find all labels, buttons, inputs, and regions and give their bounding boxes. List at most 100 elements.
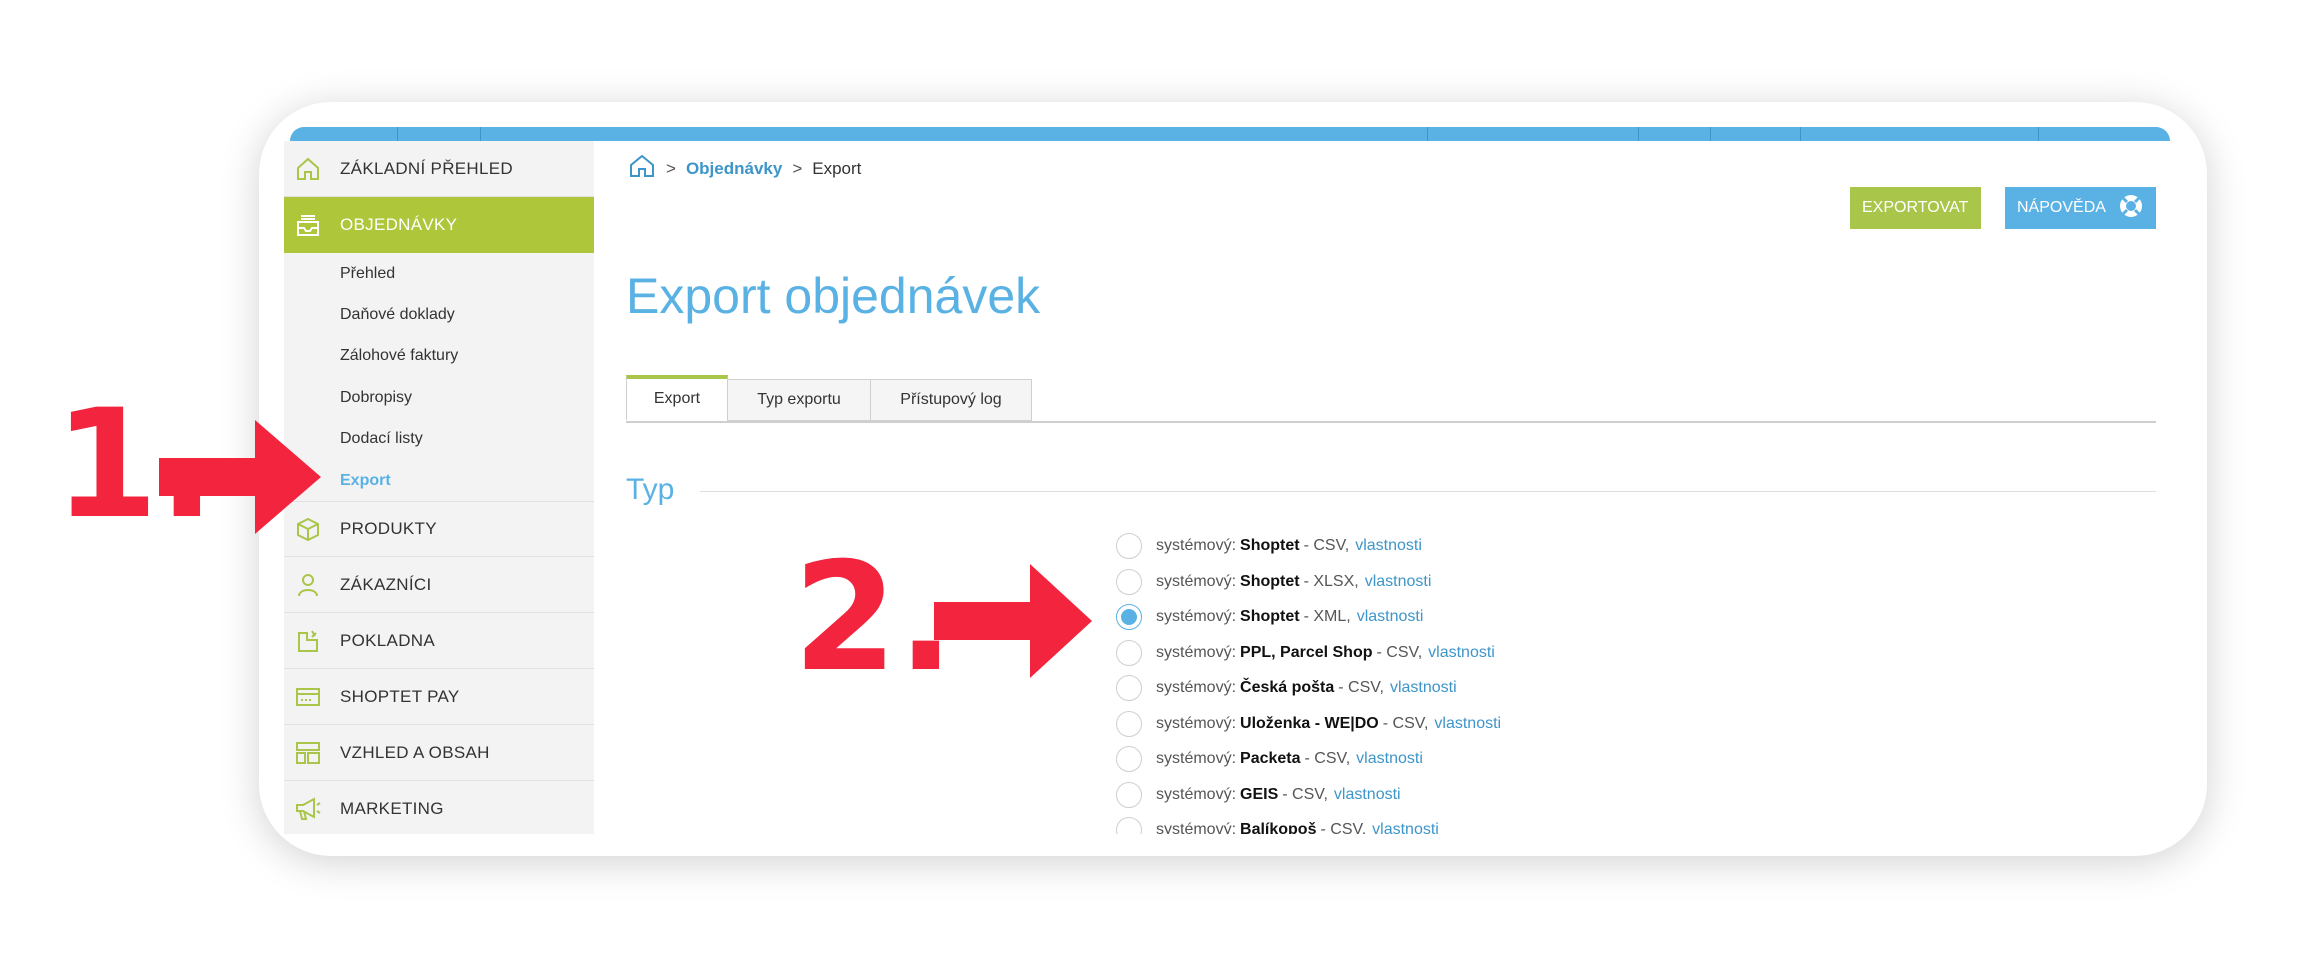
breadcrumb-separator: > bbox=[792, 158, 803, 178]
option-properties-link[interactable]: vlastnosti bbox=[1365, 573, 1432, 591]
sidebar-item-label: OBJEDNÁVKY bbox=[340, 215, 458, 234]
option-name: Packeta bbox=[1240, 750, 1301, 767]
top-navigation-bar[interactable] bbox=[290, 127, 2170, 141]
sidebar-item-produkty[interactable]: PRODUKTY bbox=[284, 501, 594, 557]
tab-export[interactable]: Export bbox=[626, 375, 728, 421]
option-name: PPL, Parcel Shop bbox=[1240, 643, 1373, 661]
export-option[interactable]: systémový: Shoptet - CSV, vlastnosti bbox=[1116, 531, 1422, 561]
option-properties-link[interactable]: vlastnosti bbox=[1434, 715, 1501, 733]
export-option[interactable]: systémový: Balíkopoš - CSV, vlastnosti bbox=[1116, 815, 1439, 834]
option-name: Shoptet bbox=[1240, 537, 1300, 554]
option-format: - CSV, bbox=[1338, 679, 1384, 696]
option-name: Balíkopoš bbox=[1240, 821, 1317, 834]
option-format: - CSV, bbox=[1304, 750, 1351, 767]
option-properties-link[interactable]: vlastnosti bbox=[1356, 750, 1423, 768]
export-option[interactable]: systémový: GEIS - CSV, vlastnosti bbox=[1116, 780, 1401, 810]
lifebuoy-icon bbox=[2118, 193, 2144, 224]
sidebar-item-label: VZHLED A OBSAH bbox=[340, 742, 490, 762]
sidebar-subitem-export[interactable]: Export bbox=[340, 472, 391, 490]
option-format: - CSV, bbox=[1320, 821, 1367, 834]
export-option[interactable]: systémový: Uloženka - WE|DO - CSV, vlastnos… bbox=[1116, 709, 1501, 739]
sidebar-item-zakladni-prehled[interactable]: ZÁKLADNÍ PŘEHLED bbox=[284, 141, 594, 197]
option-properties-link[interactable]: vlastnosti bbox=[1334, 786, 1401, 804]
page-title: Export objednávek bbox=[626, 268, 1041, 324]
section-divider bbox=[700, 491, 2156, 492]
radio-button[interactable] bbox=[1116, 781, 1142, 808]
app-screen: ZÁKLADNÍ PŘEHLED OBJEDNÁVKY Přehled Daňo… bbox=[284, 127, 2176, 834]
tab-bar: Export Typ exportu Přístupový log bbox=[626, 373, 2156, 423]
option-properties-link[interactable]: vlastnosti bbox=[1390, 679, 1457, 697]
sidebar-subitem-danove-doklady[interactable]: Daňové doklady bbox=[340, 306, 455, 324]
option-format: - CSV, bbox=[1382, 714, 1429, 732]
annotation-arrow-2 bbox=[934, 564, 1092, 678]
option-format: - XLSX, bbox=[1303, 572, 1359, 590]
export-option[interactable]: systémový: Česká pošta - CSV, vlastnosti bbox=[1116, 673, 1457, 703]
radio-button[interactable] bbox=[1116, 675, 1142, 701]
radio-button[interactable] bbox=[1116, 817, 1142, 834]
sidebar-item-label: ZÁKAZNÍCI bbox=[340, 574, 432, 594]
option-properties-link[interactable]: vlastnosti bbox=[1355, 537, 1422, 555]
sidebar-subitem-dodaci-listy[interactable]: Dodací listy bbox=[340, 430, 423, 448]
help-button[interactable]: NÁPOVĚDA bbox=[2005, 187, 2156, 229]
breadcrumb-current: Export bbox=[812, 158, 862, 178]
export-option[interactable]: systémový: PPL, Parcel Shop - CSV, vlastnos… bbox=[1116, 638, 1495, 668]
option-name: GEIS bbox=[1240, 785, 1279, 803]
sidebar-item-label: SHOPTET PAY bbox=[340, 686, 460, 706]
sidebar-item-pokladna[interactable]: POKLADNA bbox=[284, 613, 594, 669]
option-name: Shoptet bbox=[1240, 608, 1300, 625]
radio-button[interactable] bbox=[1116, 568, 1142, 595]
option-name: Česká pošta bbox=[1240, 679, 1335, 696]
radio-button[interactable] bbox=[1116, 746, 1142, 772]
sidebar-item-label: MARKETING bbox=[340, 798, 444, 818]
sidebar-item-objednavky[interactable]: OBJEDNÁVKY bbox=[284, 197, 594, 253]
megaphone-icon bbox=[294, 795, 322, 823]
option-prefix: systémový: bbox=[1156, 608, 1237, 625]
export-button-label: EXPORTOVAT bbox=[1862, 199, 1969, 216]
sidebar-item-label: ZÁKLADNÍ PŘEHLED bbox=[340, 158, 513, 178]
tab-typ-exportu[interactable]: Typ exportu bbox=[727, 379, 871, 421]
breadcrumb: > Objednávky > Export bbox=[628, 153, 861, 184]
home-icon bbox=[294, 155, 322, 183]
radio-button[interactable] bbox=[1116, 533, 1142, 559]
sidebar-subitem-prehled[interactable]: Přehled bbox=[340, 265, 395, 283]
cash-register-icon bbox=[294, 627, 322, 655]
sidebar-item-label: POKLADNA bbox=[340, 630, 435, 650]
user-icon bbox=[294, 571, 322, 599]
export-option[interactable]: systémový: Shoptet - XLSX, vlastnosti bbox=[1116, 567, 1431, 597]
option-format: - XML, bbox=[1303, 608, 1351, 625]
option-prefix: systémový: bbox=[1156, 572, 1237, 590]
sidebar-item-vzhled-a-obsah[interactable]: VZHLED A OBSAH bbox=[284, 725, 594, 781]
option-prefix: systémový: bbox=[1156, 785, 1237, 803]
sidebar-subitem-dobropisy[interactable]: Dobropisy bbox=[340, 389, 412, 407]
section-title: Typ bbox=[626, 473, 675, 506]
option-properties-link[interactable]: vlastnosti bbox=[1428, 644, 1495, 662]
option-prefix: systémový: bbox=[1156, 679, 1237, 696]
option-prefix: systémový: bbox=[1156, 714, 1237, 732]
option-properties-link[interactable]: vlastnosti bbox=[1372, 821, 1439, 834]
option-properties-link[interactable]: vlastnosti bbox=[1357, 608, 1424, 626]
option-format: - CSV, bbox=[1303, 537, 1350, 554]
option-format: - CSV, bbox=[1376, 643, 1423, 661]
sidebar-item-marketing[interactable]: MARKETING bbox=[284, 781, 594, 834]
export-option[interactable]: systémový: Packeta - CSV, vlastnosti bbox=[1116, 744, 1423, 774]
option-format: - CSV, bbox=[1282, 785, 1328, 803]
option-name: Shoptet bbox=[1240, 572, 1300, 590]
export-option[interactable]: systémový: Shoptet - XML, vlastnosti bbox=[1116, 602, 1423, 632]
breadcrumb-link-objednavky[interactable]: Objednávky bbox=[686, 159, 782, 179]
sidebar-subitem-zalohove-faktury[interactable]: Zálohové faktury bbox=[340, 347, 458, 365]
breadcrumb-separator: > bbox=[666, 158, 676, 178]
option-prefix: systémový: bbox=[1156, 750, 1237, 767]
radio-button[interactable] bbox=[1116, 604, 1142, 630]
export-button[interactable]: EXPORTOVAT bbox=[1850, 187, 1981, 229]
radio-button[interactable] bbox=[1116, 710, 1142, 737]
home-icon[interactable] bbox=[628, 153, 656, 184]
tab-pristupovy-log[interactable]: Přístupový log bbox=[870, 379, 1032, 421]
option-prefix: systémový: bbox=[1156, 643, 1237, 661]
card-icon bbox=[294, 683, 322, 711]
sidebar-item-zakaznici[interactable]: ZÁKAZNÍCI bbox=[284, 557, 594, 613]
radio-button[interactable] bbox=[1116, 639, 1142, 666]
sidebar-item-label: PRODUKTY bbox=[340, 519, 437, 538]
sidebar-item-shoptet-pay[interactable]: SHOPTET PAY bbox=[284, 669, 594, 725]
inbox-icon bbox=[294, 211, 322, 239]
annotation-arrow-1 bbox=[159, 420, 321, 534]
